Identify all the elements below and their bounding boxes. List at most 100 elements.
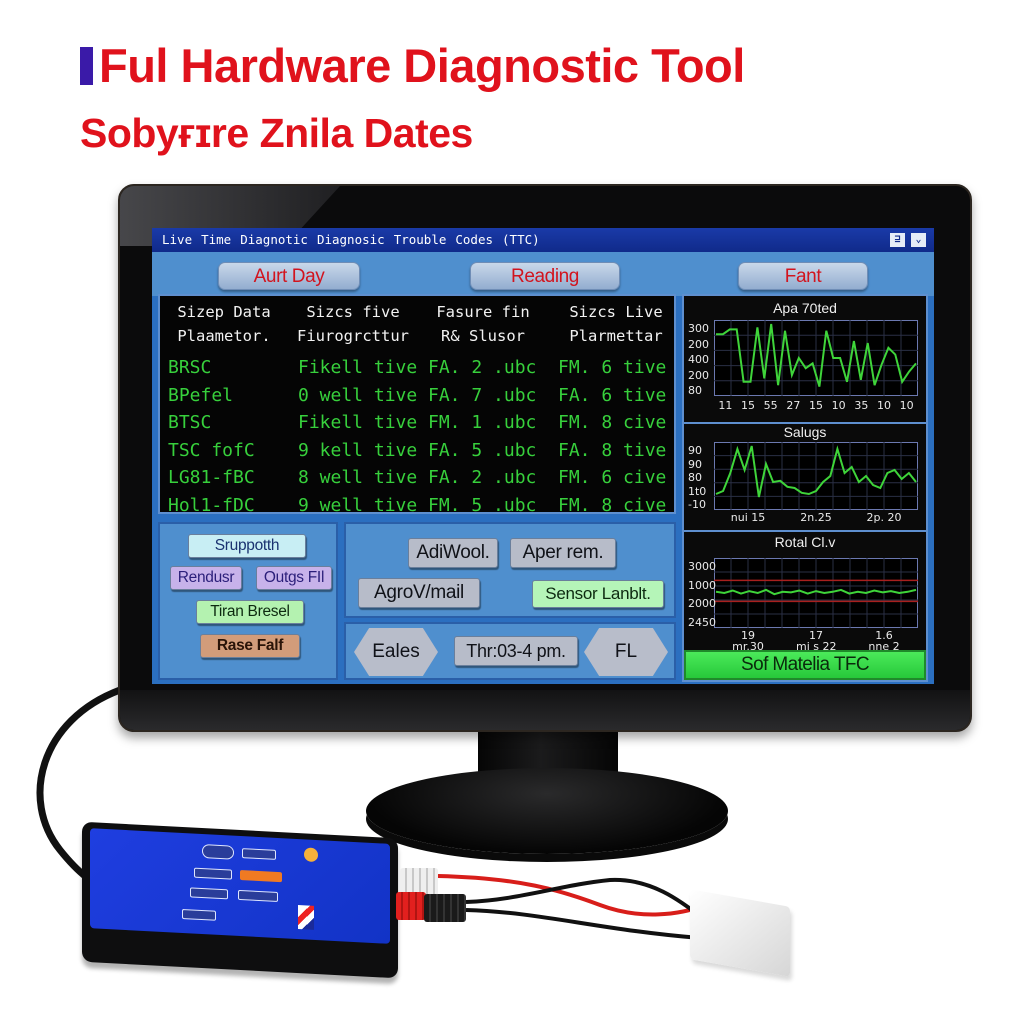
y-tick-label: 2450: [688, 616, 716, 629]
table-row[interactable]: TSC fofC 9 kell tive FA. 5 .ubc FA. 8 tive: [160, 437, 674, 465]
next-button[interactable]: FL: [584, 628, 668, 676]
table-column-4: Sizcs Live Plarmettar: [556, 296, 676, 348]
x-tick-label: 17 mi s 22: [796, 629, 837, 653]
table-column-1: Sizep Data Plaametоr.: [174, 296, 274, 348]
chart-plot-area: [714, 558, 918, 628]
x-tick-label: 10: [899, 399, 914, 412]
menu-item-trouble[interactable]: Trouble: [394, 228, 447, 252]
chart-title: Apa 70ted: [773, 300, 837, 316]
table-cell: FM. 6 cive: [558, 467, 667, 488]
black-rca-plug: [424, 894, 466, 922]
minimize-restore-icon[interactable]: ⊒: [890, 233, 905, 247]
table-cell: FA. 8 tive: [558, 439, 667, 461]
column-header: Sizcs five Fiurogrcttur: [297, 303, 409, 345]
device-chip-icon: [242, 848, 276, 860]
title-accent-bar: [80, 47, 93, 85]
status-button[interactable]: Sof Matelia TFC: [684, 650, 926, 680]
tab-fant[interactable]: Fant: [738, 262, 868, 290]
menu-item-diagnotic[interactable]: Diagnotic: [240, 228, 308, 252]
menu-item-diagnosic[interactable]: Diagnosic: [317, 228, 385, 252]
y-tick-label: 200: [688, 368, 709, 382]
y-tick-label: 80: [688, 471, 702, 484]
menu-item-codes[interactable]: Codes: [455, 228, 493, 252]
tiran-bresel-button[interactable]: Tiran Bresel: [196, 600, 304, 624]
action-panel: AdiWool. Aper rem. AgroV/mail Sensor Lan…: [344, 522, 676, 618]
monitor-base: [366, 768, 728, 854]
table-cell: FM. 1 .ubc: [428, 412, 537, 433]
menu-item-live[interactable]: Live: [162, 228, 192, 252]
table-cell: 8 well tive: [298, 467, 418, 488]
table-cell: FA. 5 .ubc: [428, 439, 537, 461]
aper-rem-button[interactable]: Aper rem.: [510, 538, 616, 568]
chart-apa-70ted: Apa 70ted 300 200 400 200 80 11 15 55 27 15 10 35 10…: [684, 296, 926, 422]
rendusr-button[interactable]: Rendusr: [170, 566, 242, 590]
y-tick-label: 1t0: [688, 484, 707, 498]
device-chip-icon: [182, 908, 216, 921]
table-cell: FA. 7 .ubc: [428, 384, 537, 406]
table-cell: 0 well tive: [298, 384, 418, 406]
table-row[interactable]: BPefel 0 well tive FA. 7 .ubc FA. 6 tive: [160, 382, 674, 410]
menu-bar: Live Time Diagnotic Diagnosic Trouble Co…: [152, 228, 934, 252]
live-data-table: Sizep Data Plaametоr. Sizcs five Fiurogr…: [158, 294, 676, 516]
table-row[interactable]: Hol1-fDC 9 well tive FM. 5 .ubc FM. 8 cive: [160, 492, 674, 520]
menu-item-time[interactable]: Time: [201, 228, 231, 252]
chart-plot-area: [714, 442, 918, 510]
prev-button[interactable]: Eales: [354, 628, 438, 676]
outgs-fil-button[interactable]: Outgs FIl: [256, 566, 332, 590]
device-brand-icon: [298, 905, 314, 930]
column-header: Sizep Data Plaametоr.: [177, 303, 271, 345]
table-cell: Fikell tive: [298, 412, 418, 433]
red-rca-plug: [396, 892, 426, 920]
device-warning-label: [240, 870, 282, 883]
table-cell: 9 well tive: [298, 494, 418, 516]
device-chip-icon: [238, 889, 278, 902]
dropdown-icon[interactable]: ⌄: [911, 233, 926, 247]
device-chip-icon: [194, 867, 232, 880]
x-tick-label: nui 15: [730, 511, 766, 524]
x-tick-label: 2n.25: [800, 511, 832, 524]
diagnostic-app-window: Live Time Diagnotic Diagnosic Trouble Co…: [152, 228, 934, 684]
table-cell: TSC fofC: [168, 439, 255, 461]
rase-falf-button[interactable]: Rase Falf: [200, 634, 300, 658]
sensor-lanblt-button[interactable]: Sensor Lanblt.: [532, 580, 664, 608]
y-tick-label: 80: [688, 384, 702, 397]
x-tick-label: 1.6 nne 2: [868, 629, 900, 653]
y-tick-label: -10: [688, 498, 706, 511]
headline-title-text: Ful Hardware Diagnostic Tool: [99, 39, 745, 92]
table-cell: FA. 6 tive: [558, 384, 667, 406]
headline-subtitle: Sobyғɪre Znila Dates: [80, 110, 473, 156]
y-tick-label: 300: [688, 322, 709, 335]
adiwool-button[interactable]: AdiWool.: [408, 538, 498, 568]
table-row[interactable]: BTSC Fikell tive FM. 1 .ubc FM. 8 cive: [160, 409, 674, 437]
monitor-bezel-bottom: [120, 690, 970, 730]
table-body: BRSC Fikell tive FA. 2 .ubc FM. 6 tive BPefe…: [160, 354, 674, 519]
device-label-panel: [90, 828, 390, 944]
sruppotth-button[interactable]: Sruppotth: [188, 534, 306, 558]
table-row[interactable]: BRSC Fikell tive FA. 2 .ubc FM. 6 tive: [160, 354, 674, 382]
function-panel: Sruppotth Rendusr Outgs FIl Tiran Bresel…: [158, 522, 338, 680]
table-cell: FA. 2 .ubc: [428, 357, 537, 378]
chart-rotal-clv: Rotal Cl.v 3000 1000 2000 2450 19 mr.30 17 mi…: [684, 532, 926, 653]
table-cell: BRSC: [168, 357, 212, 378]
device-logo-icon: [202, 844, 234, 860]
column-header: Sizcs Live Plarmettar: [569, 303, 663, 345]
column-header: Fasure fin R& Slusor: [436, 303, 530, 345]
table-cell: FM. 6 tive: [558, 357, 667, 378]
table-column-2: Sizcs five Fiurogrcttur: [294, 296, 412, 348]
table-column-3: Fasure fin R& Slusor: [428, 296, 538, 348]
x-tick-label: 19 mr.30: [732, 629, 764, 653]
table-cell: BPefel: [168, 384, 234, 406]
y-tick-label: 3000: [688, 560, 716, 573]
table-cell: 9 kell tive: [298, 439, 418, 461]
y-tick-label: 1000: [688, 578, 716, 592]
device-bug-icon: [304, 847, 318, 863]
y-tick-label: 90: [688, 444, 702, 457]
agrovmail-button[interactable]: AgroV/mail: [358, 578, 480, 608]
menu-item-ttc[interactable]: (TTC): [502, 228, 540, 252]
tab-reading[interactable]: Reading: [470, 262, 620, 290]
tab-aurt-day[interactable]: Aurt Day: [218, 262, 360, 290]
chart-salugs: Salugs 90 90 80 1t0 -10 nui 15 2n.25 2p. 20: [684, 424, 926, 530]
y-tick-label: 200: [688, 337, 709, 351]
table-row[interactable]: LG81-fBC 8 well tive FA. 2 .ubc FM. 6 cive: [160, 464, 674, 492]
table-cell: FA. 2 .ubc: [428, 467, 537, 488]
